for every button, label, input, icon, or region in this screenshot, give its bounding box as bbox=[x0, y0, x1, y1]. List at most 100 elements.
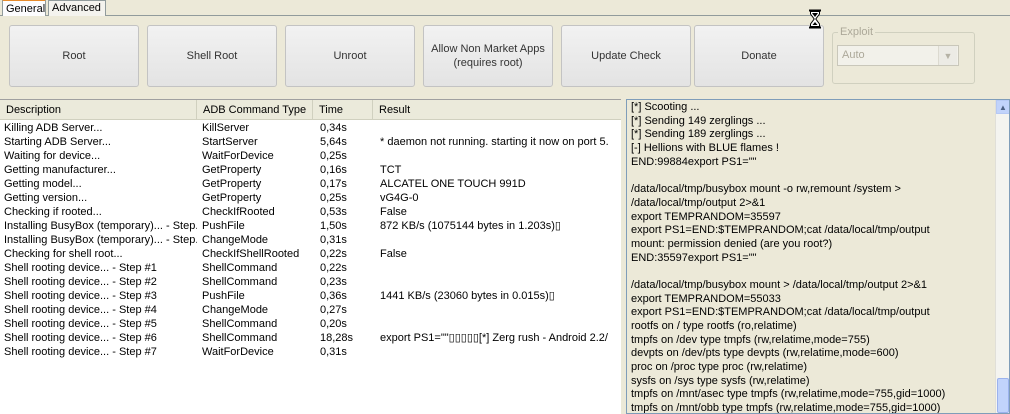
row-time: 0,31s bbox=[320, 234, 347, 246]
row-command-type: ShellCommand bbox=[202, 262, 278, 274]
row-description: Getting model... bbox=[4, 178, 82, 190]
console-line: END:35597export PS1="" bbox=[631, 251, 757, 264]
console-line: devpts on /dev/pts type devpts (rw,relat… bbox=[631, 347, 899, 360]
row-time: 0,53s bbox=[320, 206, 347, 218]
row-description: Getting manufacturer... bbox=[4, 164, 116, 176]
chevron-down-icon[interactable]: ▼ bbox=[938, 46, 957, 65]
list-header: Description ADB Command Type Time Result bbox=[0, 100, 621, 120]
table-row[interactable]: Shell rooting device... - Step #2 ShellCo… bbox=[0, 275, 621, 289]
row-time: 0,17s bbox=[320, 178, 347, 190]
root-button[interactable]: Root bbox=[9, 25, 139, 87]
console-line: tmpfs on /mnt/asec type tmpfs (rw,relati… bbox=[631, 388, 946, 401]
table-row[interactable]: Killing ADB Server... KillServer 0,34s bbox=[0, 121, 621, 135]
row-description: Starting ADB Server... bbox=[4, 136, 111, 148]
console-line: [*] Scooting ... bbox=[631, 101, 700, 113]
donate-button[interactable]: Donate bbox=[694, 25, 824, 87]
row-command-type: PushFile bbox=[202, 220, 245, 232]
command-list: Description ADB Command Type Time Result… bbox=[0, 99, 621, 414]
update-check-button[interactable]: Update Check bbox=[561, 25, 691, 87]
row-description: Checking for shell root... bbox=[4, 248, 123, 260]
row-description: Installing BusyBox (temporary)... - Step… bbox=[4, 234, 197, 246]
row-result: False bbox=[380, 206, 407, 218]
output-console[interactable]: [*] Scooting ... [*] Sending 149 zergling… bbox=[626, 99, 1010, 414]
shell-root-button-label: Shell Root bbox=[186, 50, 238, 62]
table-row[interactable]: Shell rooting device... - Step #6 ShellCo… bbox=[0, 331, 621, 345]
row-time: 0,22s bbox=[320, 248, 347, 260]
table-row[interactable]: Installing BusyBox (temporary)... - Step… bbox=[0, 233, 621, 247]
scroll-thumb[interactable] bbox=[997, 378, 1009, 413]
console-line: mount: permission denied (are you root?) bbox=[631, 237, 833, 250]
row-time: 5,64s bbox=[320, 136, 347, 148]
row-description: Shell rooting device... - Step #2 bbox=[4, 276, 157, 288]
console-line: export TEMPRANDOM=55033 bbox=[631, 292, 781, 305]
root-button-label: Root bbox=[62, 50, 86, 62]
table-row[interactable]: Checking for shell root... CheckIfShellRo… bbox=[0, 247, 621, 261]
row-description: Shell rooting device... - Step #4 bbox=[4, 304, 157, 316]
console-line: proc on /proc type proc (rw,relatime) bbox=[631, 361, 808, 374]
row-description: Getting version... bbox=[4, 192, 88, 204]
console-line: [*] Sending 149 zerglings ... bbox=[631, 114, 766, 127]
scroll-up-icon[interactable]: ▲ bbox=[996, 100, 1009, 114]
column-time[interactable]: Time bbox=[313, 100, 373, 120]
row-time: 0,22s bbox=[320, 262, 347, 274]
row-time: 0,25s bbox=[320, 150, 347, 162]
row-command-type: ShellCommand bbox=[202, 276, 278, 288]
row-time: 1,50s bbox=[320, 220, 347, 232]
table-row[interactable]: Getting version... GetProperty 0,25s vG4G-0 bbox=[0, 191, 621, 205]
row-result: * daemon not running. starting it now on… bbox=[380, 136, 608, 148]
console-line: /data/local/tmp/output 2>&1 bbox=[631, 196, 766, 209]
console-line: END:99884export PS1="" bbox=[631, 155, 757, 168]
row-description: Killing ADB Server... bbox=[4, 122, 103, 134]
table-row[interactable]: Shell rooting device... - Step #7 WaitFor… bbox=[0, 345, 621, 359]
row-result: export PS1=""▯▯▯▯▯[*] Zerg rush - Androi… bbox=[380, 332, 608, 344]
row-command-type: GetProperty bbox=[202, 164, 262, 176]
row-time: 0,16s bbox=[320, 164, 347, 176]
table-row[interactable]: Starting ADB Server... StartServer 5,64s * … bbox=[0, 135, 621, 149]
shell-root-button[interactable]: Shell Root bbox=[147, 25, 277, 87]
table-row[interactable]: Waiting for device... WaitForDevice 0,25s bbox=[0, 149, 621, 163]
allow-button-line2: (requires root) bbox=[453, 57, 523, 69]
table-row[interactable]: Shell rooting device... - Step #3 PushFil… bbox=[0, 289, 621, 303]
list-rows: Killing ADB Server... KillServer 0,34s Star… bbox=[0, 121, 621, 359]
table-row[interactable]: Shell rooting device... - Step #5 ShellCo… bbox=[0, 317, 621, 331]
row-time: 0,20s bbox=[320, 318, 347, 330]
row-result: TCT bbox=[380, 164, 402, 176]
column-result[interactable]: Result bbox=[373, 100, 621, 120]
row-command-type: GetProperty bbox=[202, 178, 262, 190]
table-row[interactable]: Getting manufacturer... GetProperty 0,16s T… bbox=[0, 163, 621, 177]
tab-advanced[interactable]: Advanced bbox=[48, 0, 106, 16]
row-result: False bbox=[380, 248, 407, 260]
row-command-type: CheckIfShellRooted bbox=[202, 248, 300, 260]
row-time: 18,28s bbox=[320, 332, 354, 344]
console-scrollbar[interactable]: ▲ bbox=[995, 100, 1009, 413]
unroot-button[interactable]: Unroot bbox=[285, 25, 415, 87]
row-command-type: CheckIfRooted bbox=[202, 206, 275, 218]
table-row[interactable]: Shell rooting device... - Step #1 ShellCo… bbox=[0, 261, 621, 275]
row-description: Waiting for device... bbox=[4, 150, 101, 162]
allow-non-market-apps-button[interactable]: Allow Non Market Apps (requires root) bbox=[423, 25, 553, 87]
column-adb-command-type[interactable]: ADB Command Type bbox=[197, 100, 313, 120]
console-line: export PS1=END:$TEMPRANDOM;cat /data/loc… bbox=[631, 306, 930, 319]
row-result: 1441 KB/s (23060 bytes in 0.015s)▯ bbox=[380, 290, 555, 302]
row-time: 0,34s bbox=[320, 122, 347, 134]
row-description: Shell rooting device... - Step #3 bbox=[4, 290, 157, 302]
console-line: /data/local/tmp/busybox mount > /data/lo… bbox=[631, 278, 927, 291]
column-description[interactable]: Description bbox=[0, 100, 197, 120]
row-description: Shell rooting device... - Step #1 bbox=[4, 262, 157, 274]
tab-strip: Advanced General bbox=[0, 0, 1010, 16]
row-command-type: WaitForDevice bbox=[202, 150, 274, 162]
console-line: tmpfs on /mnt/obb type tmpfs (rw,relatim… bbox=[631, 402, 941, 414]
update-check-button-label: Update Check bbox=[591, 50, 661, 62]
table-row[interactable]: Checking if rooted... CheckIfRooted 0,53s F… bbox=[0, 205, 621, 219]
row-result: ALCATEL ONE TOUCH 991D bbox=[380, 178, 526, 190]
row-command-type: ShellCommand bbox=[202, 332, 278, 344]
tab-general[interactable]: General bbox=[2, 0, 46, 16]
unroot-button-label: Unroot bbox=[333, 50, 367, 62]
table-row[interactable]: Getting model... GetProperty 0,17s ALCATEL … bbox=[0, 177, 621, 191]
exploit-label: Exploit bbox=[838, 26, 876, 38]
table-row[interactable]: Installing BusyBox (temporary)... - Step… bbox=[0, 219, 621, 233]
allow-button-line1: Allow Non Market Apps bbox=[431, 43, 545, 55]
console-line: export TEMPRANDOM=35597 bbox=[631, 210, 781, 223]
table-row[interactable]: Shell rooting device... - Step #4 ChangeM… bbox=[0, 303, 621, 317]
